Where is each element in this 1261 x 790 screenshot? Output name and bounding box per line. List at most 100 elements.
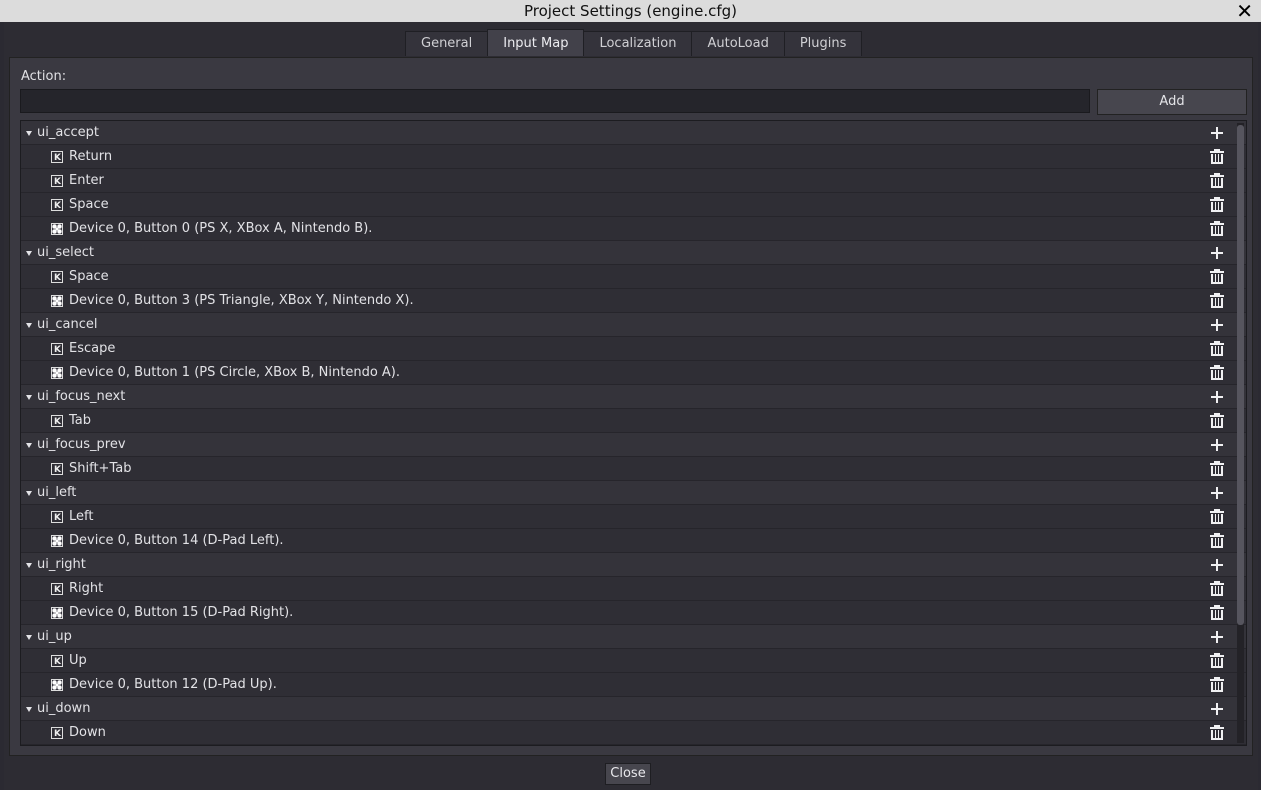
remove-event-icon[interactable] (1205, 529, 1229, 553)
collapse-arrow-icon[interactable] (26, 563, 32, 568)
collapse-arrow-icon[interactable] (26, 395, 32, 400)
tab-plugins[interactable]: Plugins (783, 31, 863, 56)
event-row[interactable]: Space (21, 265, 1246, 290)
event-row[interactable]: Escape (21, 337, 1246, 362)
remove-event-icon[interactable] (1205, 721, 1229, 745)
action-row[interactable]: ui_left (21, 481, 1246, 505)
action-row[interactable]: ui_cancel (21, 313, 1246, 337)
add-event-icon[interactable] (1205, 481, 1229, 505)
tree-rows: ui_accept Return Enter Space Device 0, Butto… (21, 121, 1246, 745)
event-row[interactable]: Device 0, Button 3 (PS Triangle, XBox Y,… (21, 289, 1246, 313)
action-row[interactable]: ui_right (21, 553, 1246, 577)
event-label: Device 0, Button 15 (D-Pad Right). (69, 605, 294, 620)
remove-event-icon[interactable] (1205, 193, 1229, 217)
close-icon[interactable]: ✕ (1236, 0, 1253, 22)
remove-event-icon[interactable] (1205, 217, 1229, 241)
action-row[interactable]: ui_up (21, 625, 1246, 649)
add-event-icon[interactable] (1205, 433, 1229, 457)
action-row[interactable]: ui_focus_next (21, 385, 1246, 409)
event-row[interactable]: Device 0, Button 14 (D-Pad Left). (21, 529, 1246, 553)
action-row[interactable]: ui_down (21, 697, 1246, 721)
tab-autoload[interactable]: AutoLoad (691, 31, 785, 56)
keyboard-icon (51, 170, 63, 194)
collapse-arrow-icon[interactable] (26, 491, 32, 496)
add-event-icon[interactable] (1205, 385, 1229, 409)
remove-event-icon[interactable] (1205, 577, 1229, 601)
add-event-icon[interactable] (1205, 241, 1229, 265)
event-label: Escape (69, 341, 116, 356)
tab-localization[interactable]: Localization (583, 31, 693, 56)
joypad-icon (51, 367, 63, 379)
remove-event-icon[interactable] (1205, 457, 1229, 481)
event-row[interactable]: Device 0, Button 0 (PS X, XBox A, Ninten… (21, 217, 1246, 241)
remove-event-icon[interactable] (1205, 649, 1229, 673)
remove-event-icon[interactable] (1205, 361, 1229, 385)
collapse-arrow-icon[interactable] (26, 707, 32, 712)
keyboard-icon (51, 266, 63, 290)
collapse-arrow-icon[interactable] (26, 323, 32, 328)
event-row[interactable]: Enter (21, 169, 1246, 194)
action-name: ui_accept (37, 125, 99, 140)
event-row[interactable]: Right (21, 577, 1246, 602)
event-row[interactable]: Tab (21, 409, 1246, 434)
close-button[interactable]: Close (605, 763, 651, 785)
remove-event-icon[interactable] (1205, 505, 1229, 529)
add-event-icon[interactable] (1205, 121, 1229, 145)
scrollbar-thumb[interactable] (1237, 125, 1244, 625)
event-row[interactable]: Device 0, Button 1 (PS Circle, XBox B, N… (21, 361, 1246, 385)
action-row[interactable]: ui_accept (21, 121, 1246, 145)
collapse-arrow-icon[interactable] (26, 251, 32, 256)
action-name: ui_down (37, 701, 91, 716)
project-settings-dialog: General Input Map Localization AutoLoad … (4, 22, 1258, 790)
remove-event-icon[interactable] (1205, 601, 1229, 625)
remove-event-icon[interactable] (1205, 265, 1229, 289)
event-label: Up (69, 653, 87, 668)
event-label: Device 0, Button 1 (PS Circle, XBox B, N… (69, 365, 401, 380)
event-label: Space (69, 269, 109, 284)
event-label: Enter (69, 173, 104, 188)
joypad-icon (51, 223, 63, 235)
collapse-arrow-icon[interactable] (26, 131, 32, 136)
action-name-input[interactable] (20, 89, 1090, 113)
tab-input-map[interactable]: Input Map (487, 29, 585, 56)
add-action-button[interactable]: Add (1097, 89, 1247, 115)
add-event-icon[interactable] (1205, 313, 1229, 337)
event-row[interactable]: Shift+Tab (21, 457, 1246, 482)
collapse-arrow-icon[interactable] (26, 635, 32, 640)
event-label: Device 0, Button 12 (D-Pad Up). (69, 677, 277, 692)
remove-event-icon[interactable] (1205, 673, 1229, 697)
event-row[interactable]: Down (21, 721, 1246, 745)
joypad-icon (51, 535, 63, 547)
event-label: Down (69, 725, 106, 740)
event-row[interactable]: Space (21, 193, 1246, 218)
action-name: ui_select (37, 245, 94, 260)
remove-event-icon[interactable] (1205, 169, 1229, 193)
tab-general[interactable]: General (405, 31, 489, 56)
event-row[interactable]: Device 0, Button 15 (D-Pad Right). (21, 601, 1246, 625)
event-row[interactable]: Up (21, 649, 1246, 674)
vertical-scrollbar[interactable] (1237, 123, 1244, 743)
event-row[interactable]: Left (21, 505, 1246, 530)
add-event-icon[interactable] (1205, 697, 1229, 721)
event-row[interactable]: Return (21, 145, 1246, 170)
joypad-icon (51, 295, 63, 307)
window-title: Project Settings (engine.cfg) (523, 2, 738, 20)
action-row[interactable]: ui_focus_prev (21, 433, 1246, 457)
action-name: ui_focus_prev (37, 437, 126, 452)
event-row[interactable]: Device 0, Button 12 (D-Pad Up). (21, 673, 1246, 697)
action-name: ui_focus_next (37, 389, 126, 404)
input-map-panel: Action: Add ui_accept Return Enter Space Dev… (9, 57, 1253, 756)
keyboard-icon (51, 722, 63, 745)
event-label: Device 0, Button 14 (D-Pad Left). (69, 533, 284, 548)
keyboard-icon (51, 338, 63, 362)
action-label: Action: (21, 69, 67, 84)
add-event-icon[interactable] (1205, 553, 1229, 577)
remove-event-icon[interactable] (1205, 145, 1229, 169)
remove-event-icon[interactable] (1205, 337, 1229, 361)
remove-event-icon[interactable] (1205, 289, 1229, 313)
add-event-icon[interactable] (1205, 625, 1229, 649)
remove-event-icon[interactable] (1205, 409, 1229, 433)
collapse-arrow-icon[interactable] (26, 443, 32, 448)
event-label: Device 0, Button 3 (PS Triangle, XBox Y,… (69, 293, 414, 308)
action-row[interactable]: ui_select (21, 241, 1246, 265)
